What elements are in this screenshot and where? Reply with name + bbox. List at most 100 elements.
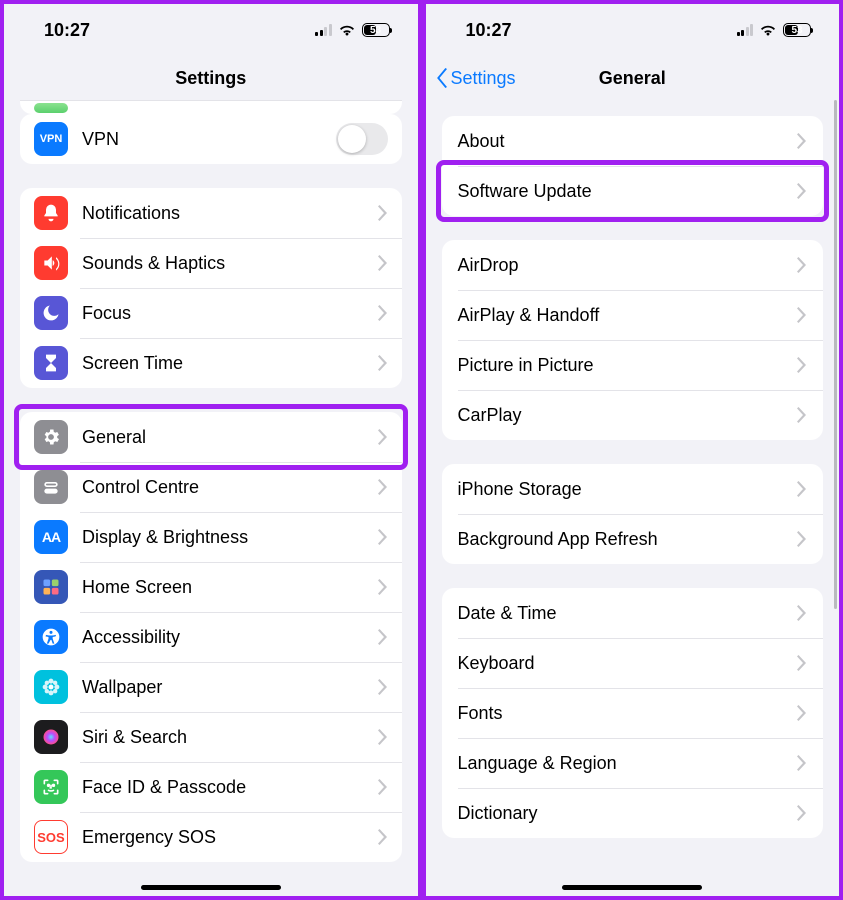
row-label: Software Update [458, 181, 592, 202]
row-control-centre[interactable]: Control Centre [20, 462, 402, 512]
page-title: Settings [175, 68, 246, 89]
general-group-1: AirDrop AirPlay & Handoff Picture in Pic… [442, 240, 824, 440]
row-label: iPhone Storage [458, 479, 582, 500]
status-bar: 10:27 53 [4, 4, 418, 56]
home-indicator[interactable] [562, 885, 702, 890]
chevron-right-icon [378, 479, 388, 495]
row-airplay-handoff[interactable]: AirPlay & Handoff [442, 290, 824, 340]
vpn-label: VPN [82, 129, 336, 150]
group-general: General Control Centre AA Display & Brig… [20, 412, 402, 862]
chevron-right-icon [378, 529, 388, 545]
vpn-toggle[interactable] [336, 123, 388, 155]
row-label: Notifications [82, 203, 378, 224]
general-group-3: Date & Time Keyboard Fonts Language & Re… [442, 588, 824, 838]
home-indicator[interactable] [141, 885, 281, 890]
row-label: Language & Region [458, 753, 617, 774]
row-label: AirPlay & Handoff [458, 305, 600, 326]
chevron-right-icon [797, 605, 807, 621]
row-screen-time[interactable]: Screen Time [20, 338, 402, 388]
settings-scroll[interactable]: VPN VPN Notifications Sounds & Haptics F… [4, 100, 418, 896]
chevron-right-icon [378, 779, 388, 795]
gear-icon [34, 420, 68, 454]
row-vpn[interactable]: VPN VPN [20, 114, 402, 164]
row-background-app-refresh[interactable]: Background App Refresh [442, 514, 824, 564]
row-picture-in-picture[interactable]: Picture in Picture [442, 340, 824, 390]
row-sounds-haptics[interactable]: Sounds & Haptics [20, 238, 402, 288]
row-face-id-passcode[interactable]: Face ID & Passcode [20, 762, 402, 812]
row-label: CarPlay [458, 405, 522, 426]
grid-icon [34, 570, 68, 604]
status-time: 10:27 [44, 20, 90, 41]
chevron-right-icon [378, 829, 388, 845]
faceid-icon [34, 770, 68, 804]
back-button[interactable]: Settings [436, 56, 516, 100]
flower-icon [34, 670, 68, 704]
chevron-right-icon [378, 355, 388, 371]
row-label: Display & Brightness [82, 527, 378, 548]
row-label: AirDrop [458, 255, 519, 276]
chevron-right-icon [797, 805, 807, 821]
chevron-right-icon [378, 305, 388, 321]
row-label: Dictionary [458, 803, 538, 824]
group-notifications: Notifications Sounds & Haptics Focus Scr… [20, 188, 402, 388]
phone-general: 10:27 53 Settings General Abou [418, 4, 840, 896]
hourglass-icon [34, 346, 68, 380]
row-software-update[interactable]: Software Update [442, 166, 824, 216]
battery-icon: 53 [362, 23, 390, 37]
chevron-right-icon [797, 755, 807, 771]
status-bar: 10:27 53 [426, 4, 840, 56]
chevron-right-icon [797, 705, 807, 721]
row-emergency-sos[interactable]: SOS Emergency SOS [20, 812, 402, 862]
row-label: Screen Time [82, 353, 378, 374]
row-label: About [458, 131, 505, 152]
row-carplay[interactable]: CarPlay [442, 390, 824, 440]
row-wallpaper[interactable]: Wallpaper [20, 662, 402, 712]
chevron-right-icon [378, 729, 388, 745]
chevron-right-icon [378, 579, 388, 595]
row-fonts[interactable]: Fonts [442, 688, 824, 738]
row-iphone-storage[interactable]: iPhone Storage [442, 464, 824, 514]
back-label: Settings [451, 68, 516, 89]
row-about[interactable]: About [442, 116, 824, 166]
row-label: Control Centre [82, 477, 378, 498]
row-home-screen[interactable]: Home Screen [20, 562, 402, 612]
prev-group-peek [20, 100, 402, 114]
row-focus[interactable]: Focus [20, 288, 402, 338]
row-label: Wallpaper [82, 677, 378, 698]
row-label: Face ID & Passcode [82, 777, 378, 798]
cellular-icon [737, 24, 754, 36]
wifi-icon [338, 24, 356, 37]
chevron-right-icon [378, 255, 388, 271]
row-label: Date & Time [458, 603, 557, 624]
navbar: Settings General [426, 56, 840, 100]
accessibility-icon [34, 620, 68, 654]
row-label: General [82, 427, 378, 448]
row-display-brightness[interactable]: AA Display & Brightness [20, 512, 402, 562]
switches-icon [34, 470, 68, 504]
vpn-icon: VPN [34, 122, 68, 156]
row-label: Emergency SOS [82, 827, 378, 848]
chevron-right-icon [797, 407, 807, 423]
general-scroll[interactable]: About Software Update AirDrop AirPlay & … [426, 100, 840, 896]
row-accessibility[interactable]: Accessibility [20, 612, 402, 662]
row-label: Sounds & Haptics [82, 253, 378, 274]
row-date-time[interactable]: Date & Time [442, 588, 824, 638]
scrollbar[interactable] [834, 100, 837, 896]
row-label: Background App Refresh [458, 529, 658, 550]
row-language-region[interactable]: Language & Region [442, 738, 824, 788]
chevron-right-icon [378, 679, 388, 695]
row-siri-search[interactable]: Siri & Search [20, 712, 402, 762]
general-group-0: About Software Update [442, 116, 824, 216]
row-dictionary[interactable]: Dictionary [442, 788, 824, 838]
siri-icon [34, 720, 68, 754]
row-label: Focus [82, 303, 378, 324]
sos-icon: SOS [34, 820, 68, 854]
row-label: Accessibility [82, 627, 378, 648]
row-keyboard[interactable]: Keyboard [442, 638, 824, 688]
page-title: General [599, 68, 666, 89]
row-general[interactable]: General [20, 412, 402, 462]
chevron-right-icon [797, 307, 807, 323]
row-notifications[interactable]: Notifications [20, 188, 402, 238]
bell-icon [34, 196, 68, 230]
row-airdrop[interactable]: AirDrop [442, 240, 824, 290]
